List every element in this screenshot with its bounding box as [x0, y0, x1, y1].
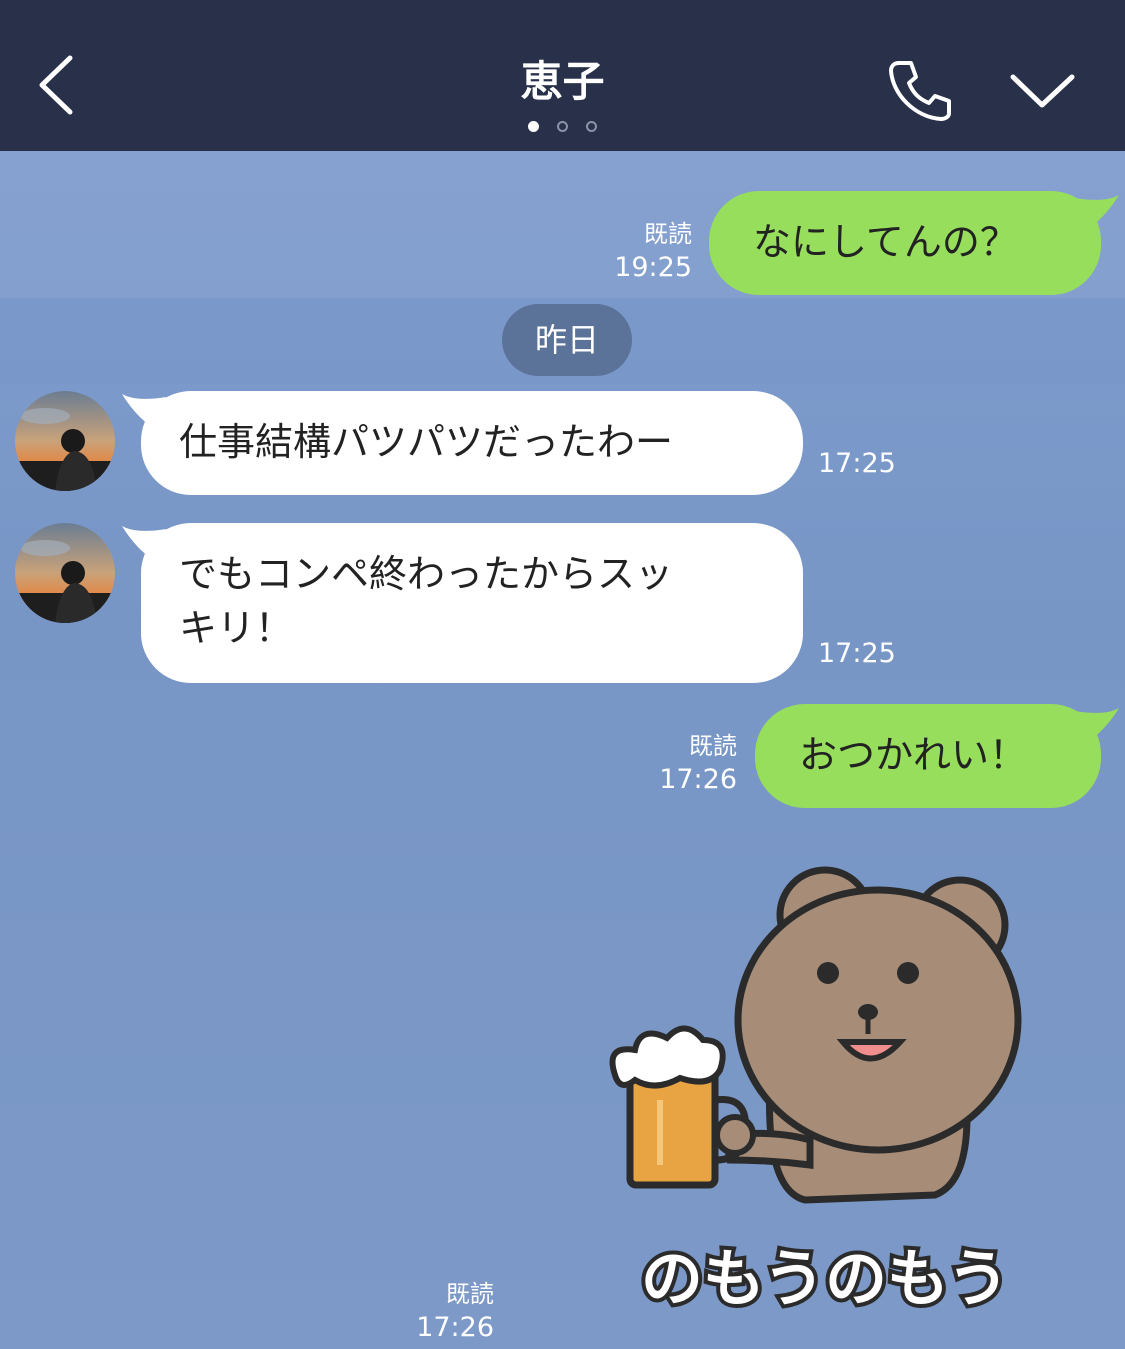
page-indicator [0, 117, 1125, 136]
bear-sticker-image: のもうのもう [609, 866, 1022, 1319]
contact-message-bubble[interactable]: 仕事結構パツパツだったわー [141, 391, 803, 495]
message-text: 仕事結構パツパツだったわー [179, 420, 674, 464]
message-text: なにしてんの？ [753, 220, 1018, 264]
message-time: 17:26 [416, 1312, 494, 1343]
contact-message-bubble[interactable]: でもコンペ終わったからスッ キリ！ [141, 523, 803, 683]
avatar[interactable] [15, 523, 115, 623]
message-meta: 既読 17:26 [410, 1278, 494, 1344]
bubble-tail [1075, 195, 1119, 231]
message-text: おつかれい！ [799, 733, 1028, 777]
avatar-photo [15, 391, 115, 491]
sticker-caption: のもうのもう [641, 1242, 1009, 1315]
page-dot-3 [586, 121, 597, 132]
message-time: 17:25 [818, 448, 896, 479]
message-time: 17:26 [659, 764, 737, 795]
bear-beer-sticker[interactable]: のもうのもう [595, 860, 1065, 1320]
avatar[interactable] [15, 391, 115, 491]
message-meta: 既読 17:26 [645, 730, 737, 796]
message-text-line: キリ！ [179, 606, 294, 650]
page-dot-1 [528, 121, 539, 132]
message-text-line: でもコンペ終わったからスッ [179, 552, 674, 596]
message-time: 19:25 [614, 252, 692, 283]
read-receipt: 既読 [689, 732, 737, 760]
phone-icon[interactable] [885, 55, 955, 125]
page-dot-2 [557, 121, 568, 132]
read-receipt: 既読 [446, 1280, 494, 1308]
chevron-down-icon[interactable] [1005, 65, 1080, 115]
message-time: 17:25 [818, 638, 896, 669]
read-receipt: 既読 [644, 220, 692, 248]
my-message-bubble[interactable]: おつかれい！ [755, 704, 1101, 808]
bubble-tail [1075, 708, 1119, 744]
chat-header: 恵子 [0, 0, 1125, 151]
date-separator: 昨日 [502, 304, 632, 376]
chat-title[interactable]: 恵子 [0, 48, 1125, 109]
message-meta: 既読 19:25 [600, 218, 692, 284]
my-message-bubble[interactable]: なにしてんの？ [709, 191, 1101, 295]
avatar-photo [15, 523, 115, 623]
